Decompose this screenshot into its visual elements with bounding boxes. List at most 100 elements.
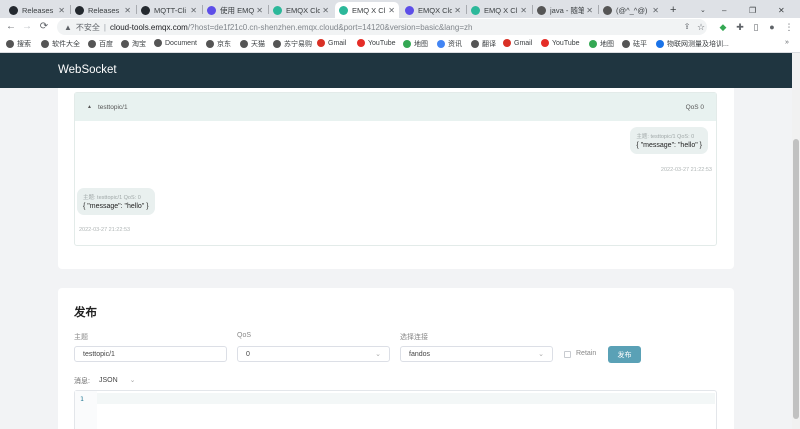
address-bar[interactable]: ▲ 不安全 | cloud-tools.emqx.com /?host=de1f…: [57, 19, 707, 35]
bookmark-favicon-icon: [6, 40, 14, 48]
browser-tab[interactable]: Releases · ✕: [71, 2, 135, 18]
extension-icon[interactable]: ◆: [716, 20, 730, 34]
browser-tab[interactable]: EMQX Clo ✕: [269, 2, 333, 18]
reload-icon[interactable]: ⟳: [37, 20, 51, 34]
bookmark-favicon-icon: [121, 40, 129, 48]
bookmark-label: Document: [165, 39, 197, 47]
close-icon[interactable]: ✕: [454, 6, 461, 15]
bookmark-label: YouTube: [552, 39, 580, 47]
browser-tab[interactable]: Releases · ✕: [5, 2, 69, 18]
bookmark-favicon-icon: [41, 40, 49, 48]
browser-tab[interactable]: java - 随笔 ✕: [533, 2, 597, 18]
bookmark-item[interactable]: 京东: [206, 39, 231, 49]
close-icon[interactable]: ✕: [256, 6, 263, 15]
new-tab-button[interactable]: +: [666, 2, 680, 18]
close-icon[interactable]: ✕: [124, 6, 131, 15]
bookmark-item[interactable]: 地图: [403, 39, 428, 49]
star-icon[interactable]: ☆: [694, 20, 708, 34]
bookmark-item[interactable]: 软件大全: [41, 39, 80, 49]
editor-gutter: [75, 391, 97, 429]
bookmark-label: Gmail: [514, 39, 533, 47]
browser-tab-label: java - 随笔: [550, 5, 585, 15]
browser-tab-label: (@^_^@) Hi: [616, 5, 650, 15]
bookmark-item[interactable]: 物联网测量及培训...: [656, 39, 729, 49]
bookmark-item[interactable]: 翻译: [471, 39, 496, 49]
scrollbar-thumb[interactable]: [793, 139, 799, 419]
emqx-doc-icon: [405, 5, 414, 15]
sidepanel-icon[interactable]: ▯: [749, 20, 763, 34]
bookmark-item[interactable]: 资讯: [437, 39, 462, 49]
browser-tab[interactable]: (@^_^@) Hi✕: [599, 2, 663, 18]
collapse-arrow-icon[interactable]: ▲: [87, 104, 92, 110]
restore-icon[interactable]: ❐: [745, 2, 759, 18]
forward-icon[interactable]: →: [20, 20, 34, 34]
share-icon[interactable]: ⇪: [680, 20, 694, 34]
bookmark-favicon-icon: [589, 40, 597, 48]
browser-toolbar: ← → ⟳ ▲ 不安全 | cloud-tools.emqx.com /?hos…: [0, 18, 800, 36]
emqx-cloud-icon: [339, 5, 348, 15]
bookmark-item[interactable]: 苏宁易购: [273, 39, 312, 49]
close-icon[interactable]: ✕: [520, 6, 527, 15]
bookmark-item[interactable]: 搜索: [6, 39, 31, 49]
browser-tab[interactable]: EMQ X Cl ✕: [335, 2, 399, 18]
payload-label: 消息:: [74, 378, 90, 385]
browser-tab-label: 使用 EMQ: [220, 5, 255, 15]
bookmark-item[interactable]: 地图: [589, 39, 614, 49]
close-icon[interactable]: ✕: [586, 6, 593, 15]
window-close-icon[interactable]: ✕: [774, 2, 788, 18]
payload-editor[interactable]: 1: [74, 390, 717, 429]
topic-message-panel: ▲ testtopic/1 QoS 0 主题: testtopic/1 QoS:…: [74, 92, 717, 246]
browser-tab[interactable]: EMQX Clo ✕: [401, 2, 465, 18]
tab-search-icon[interactable]: ⌄: [696, 2, 708, 18]
bookmark-item[interactable]: 天猫: [240, 39, 265, 49]
close-icon[interactable]: ✕: [190, 6, 197, 15]
bookmarks-overflow-icon[interactable]: »: [785, 39, 789, 46]
bookmark-item[interactable]: YouTube: [357, 39, 396, 47]
browser-tab[interactable]: 使用 EMQ ✕: [203, 2, 267, 18]
separator: |: [103, 22, 106, 32]
minimize-icon[interactable]: –: [718, 2, 732, 18]
payload-format-select[interactable]: JSON ⌄: [99, 376, 136, 384]
topic-panel-header[interactable]: ▲ testtopic/1 QoS 0: [75, 93, 716, 121]
bookmark-item[interactable]: 砝平: [622, 39, 647, 49]
close-icon[interactable]: ✕: [388, 6, 395, 15]
publish-button[interactable]: 发布: [608, 346, 641, 363]
back-icon[interactable]: ←: [4, 20, 18, 34]
editor-active-line: [97, 393, 715, 404]
bookmark-favicon-icon: [541, 39, 549, 47]
bookmark-favicon-icon: [437, 40, 445, 48]
retain-checkbox[interactable]: [564, 351, 571, 358]
payload-format-value: JSON: [99, 377, 118, 384]
received-message-time: 2022-03-27 21:22:53: [660, 167, 712, 173]
page-scrollbar[interactable]: [792, 53, 800, 429]
bookmark-item[interactable]: YouTube: [541, 39, 580, 47]
puzzle-icon[interactable]: ✚: [733, 20, 747, 34]
sent-message-bubble: 主题: testtopic/1 QoS: 0 { "message": "hel…: [77, 188, 155, 215]
close-icon[interactable]: ✕: [58, 6, 65, 15]
bookmark-item[interactable]: 百度: [88, 39, 113, 49]
connection-select-value: fandos: [409, 350, 431, 358]
bookmark-label: 地图: [414, 41, 428, 48]
browser-tab-strip: Releases · ✕ Releases · ✕ MQTT-Cli ✕ 使用 EMQ ✕ EM…: [0, 0, 800, 18]
bookmark-favicon-icon: [471, 40, 479, 48]
bookmark-label: 天猫: [251, 41, 265, 48]
connection-select[interactable]: fandos ⌄: [400, 346, 553, 362]
browser-tab[interactable]: EMQ X Cl ✕: [467, 2, 531, 18]
main-content: ▲ testtopic/1 QoS 0 主题: testtopic/1 QoS:…: [0, 88, 792, 429]
bookmark-item[interactable]: Document: [154, 39, 197, 47]
close-icon[interactable]: ✕: [322, 6, 329, 15]
profile-icon[interactable]: ●: [765, 20, 779, 34]
bookmark-item[interactable]: Gmail: [317, 39, 346, 47]
browser-tab-label: Releases ·: [88, 5, 123, 15]
bookmark-item[interactable]: Gmail: [503, 39, 532, 47]
qos-select[interactable]: 0 ⌄: [237, 346, 390, 362]
bookmark-item[interactable]: 淘宝: [121, 39, 146, 49]
qos-label: QoS: [237, 332, 252, 339]
github-icon: [9, 5, 18, 15]
url-path: /?host=de1f21c0.cn-shenzhen.emqx.cloud&p…: [187, 22, 473, 32]
retain-label: Retain: [576, 350, 597, 357]
menu-icon[interactable]: ⋮: [782, 20, 796, 34]
topic-input[interactable]: testtopic/1: [74, 346, 227, 362]
close-icon[interactable]: ✕: [652, 6, 659, 15]
browser-tab[interactable]: MQTT-Cli ✕: [137, 2, 201, 18]
